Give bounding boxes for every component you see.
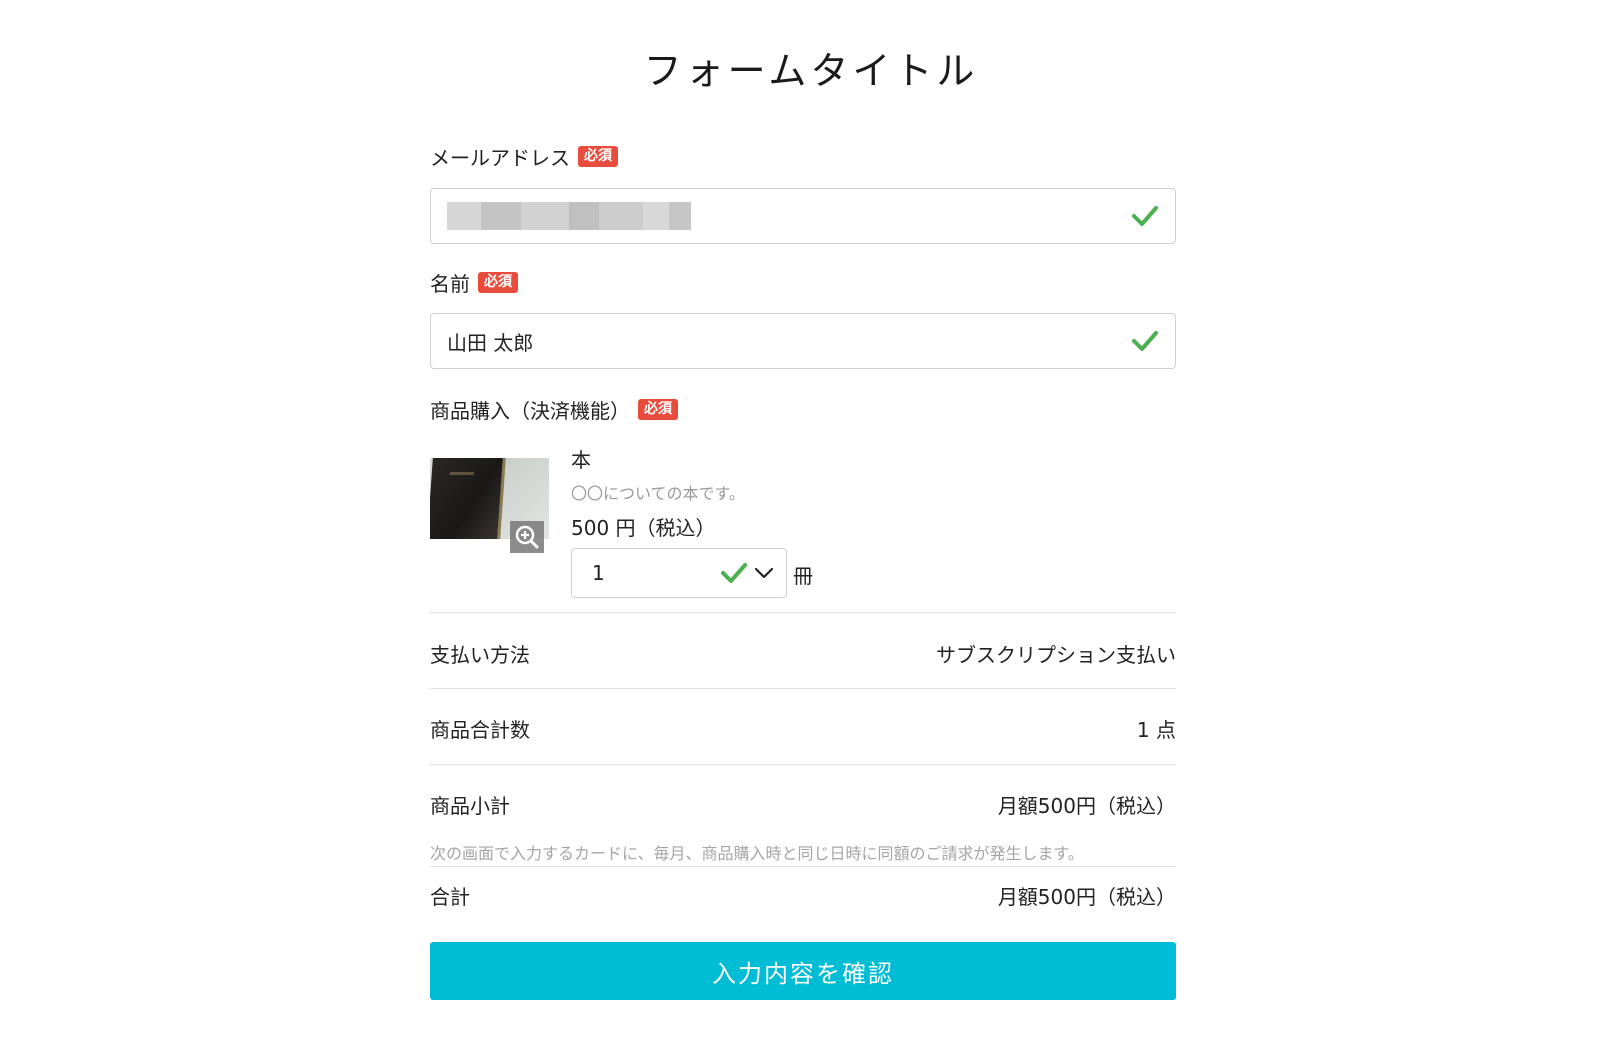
divider xyxy=(430,688,1176,689)
required-badge: 必須 xyxy=(478,272,518,293)
email-field[interactable] xyxy=(430,188,1176,244)
form-title: フォームタイトル xyxy=(643,49,979,93)
email-value-redacted xyxy=(447,202,1131,230)
product-description: 〇〇についての本です。 xyxy=(571,484,745,503)
total-items-label: 商品合計数 xyxy=(430,718,530,742)
purchase-label: 商品購入（決済機能） 必須 xyxy=(430,395,678,424)
check-icon xyxy=(721,563,747,583)
payment-method-value: サブスクリプション支払い xyxy=(936,643,1176,667)
subtotal-label: 商品小計 xyxy=(430,794,510,818)
check-icon xyxy=(1132,331,1158,351)
total-items-value: 1 点 xyxy=(1136,718,1176,742)
divider xyxy=(430,764,1176,765)
required-badge: 必須 xyxy=(638,399,678,420)
check-icon xyxy=(1132,206,1158,226)
name-field[interactable]: 山田 太郎 xyxy=(430,313,1176,369)
total-label: 合計 xyxy=(430,885,470,909)
subtotal-value: 月額500円（税込） xyxy=(997,794,1176,818)
chevron-down-icon xyxy=(754,567,774,579)
quantity-select[interactable]: 1 xyxy=(571,548,787,598)
divider xyxy=(430,612,1176,613)
purchase-label-text: 商品購入（決済機能） xyxy=(430,399,630,423)
required-badge: 必須 xyxy=(578,146,618,167)
confirm-button[interactable]: 入力内容を確認 xyxy=(430,942,1176,1000)
product-price: 500 円（税込） xyxy=(571,516,716,540)
name-label: 名前 必須 xyxy=(430,268,518,297)
subtotal-note: 次の画面で入力するカードに、毎月、商品購入時と同じ日時に同額のご請求が発生します… xyxy=(430,844,1084,863)
email-label-text: メールアドレス xyxy=(430,146,570,170)
product-name: 本 xyxy=(571,448,591,472)
quantity-value: 1 xyxy=(592,561,605,585)
book-illustration xyxy=(430,458,503,539)
name-value: 山田 太郎 xyxy=(447,330,534,355)
email-label: メールアドレス 必須 xyxy=(430,142,618,171)
name-label-text: 名前 xyxy=(430,272,470,296)
payment-method-label: 支払い方法 xyxy=(430,643,530,667)
total-value: 月額500円（税込） xyxy=(997,885,1176,909)
quantity-unit: 冊 xyxy=(793,564,813,588)
zoom-in-icon xyxy=(515,525,539,549)
zoom-button[interactable] xyxy=(510,521,544,553)
divider xyxy=(430,866,1176,867)
